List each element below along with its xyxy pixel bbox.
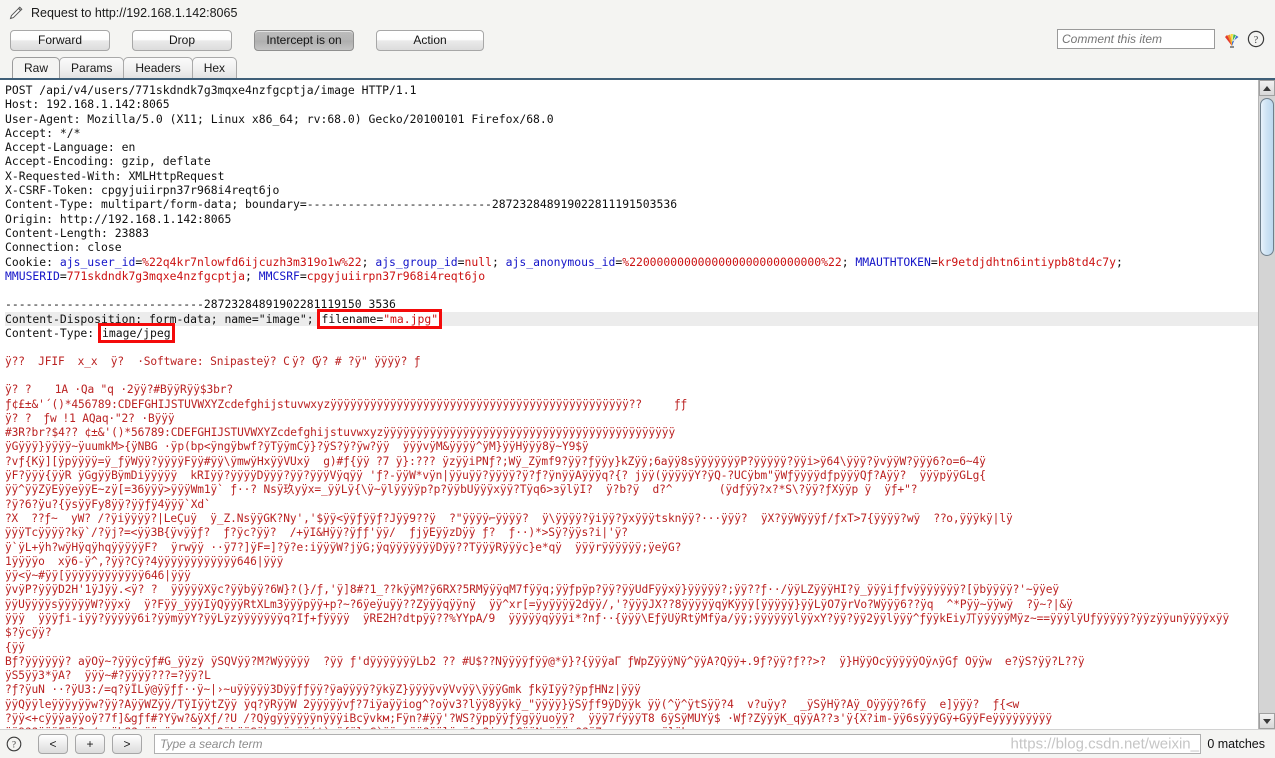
request-editor: POST /api/v4/users/771skdndk7g3mqxe4nzfg… bbox=[0, 78, 1275, 729]
binary-line: {ÿÿ bbox=[5, 641, 1258, 655]
multipart-boundary-line: -----------------------------28723284891… bbox=[5, 297, 1258, 311]
intercept-action-bar: Forward Drop Intercept is on Action ? bbox=[0, 26, 1275, 54]
header-cookie-line2: MMUSERID=771skdndk7g3mqxe4nzfgcptja; MMC… bbox=[5, 269, 1258, 283]
pencil-icon bbox=[8, 5, 24, 21]
window-title: Request to http://192.168.1.142:8065 bbox=[31, 6, 237, 20]
binary-line: ÿÿ<ÿ~#ÿÿ[ÿÿÿÿÿÿÿÿÿÿÿÿ646|ÿÿÿ bbox=[5, 569, 1258, 583]
match-count-label: 0 matches bbox=[1207, 737, 1275, 751]
blank-line bbox=[5, 283, 1258, 297]
binary-line: ƒ¢£±&'´()*456789:CDEFGHIJSTUVWXYZcdefghi… bbox=[5, 398, 1258, 412]
header-connection: Connection: close bbox=[5, 240, 1258, 254]
header-x-csrf-token: X-CSRF-Token: cpgyjuiirpn37r968i4reqt6jo bbox=[5, 183, 1258, 197]
highlighter-icon[interactable] bbox=[1221, 29, 1243, 49]
comment-input[interactable] bbox=[1057, 29, 1215, 49]
request-headers-text: POST /api/v4/users/771skdndk7g3mqxe4nzfg… bbox=[5, 83, 1258, 355]
search-prev-button[interactable]: < bbox=[38, 734, 68, 754]
binary-line:  bbox=[5, 369, 1258, 383]
header-user-agent: User-Agent: Mozilla/5.0 (X11; Linux x86_… bbox=[5, 112, 1258, 126]
search-add-button[interactable]: + bbox=[75, 734, 105, 754]
content-type-line: Content-Type: image/jpeg bbox=[5, 326, 1258, 340]
binary-line: ÿS5ÿÿ3*ÿA? ÿÿÿ~#?ÿÿÿÿ???=?ÿÿ?L bbox=[5, 669, 1258, 683]
content-disposition-line: Content-Disposition: form-data; name="im… bbox=[5, 312, 1258, 326]
filename-highlight-box: filename="ma.jpg" bbox=[320, 312, 439, 326]
header-accept: Accept: */* bbox=[5, 126, 1258, 140]
header-origin: Origin: http://192.168.1.142:8065 bbox=[5, 212, 1258, 226]
binary-line: ?ÿÿ<+cÿÿÿaÿÿoÿ?7f]&gƒf#?Yÿw?&ÿXƒ/?U … bbox=[5, 712, 1258, 726]
binary-line: ÿÿÿTcÿÿÿÿ?kÿ`/?ÿj?=<ÿÿ3B{ÿvÿÿƒ? ƒ?… bbox=[5, 526, 1258, 540]
binary-line: ÿ? ?  ƒw !1 AQ… bbox=[5, 412, 1258, 426]
search-bar: ? < + > Type a search term 0 matches htt… bbox=[0, 729, 1275, 758]
blank-line-2 bbox=[5, 340, 1258, 354]
binary-line: ÿvÿP?ÿÿÿD2H'1ÿJÿÿ.<ÿ? ? ÿÿÿÿÿXÿc?ÿÿbÿÿ… bbox=[5, 583, 1258, 597]
search-input[interactable]: Type a search term bbox=[154, 734, 1201, 754]
header-accept-language: Accept-Language: en bbox=[5, 140, 1258, 154]
binary-line: ÿF?ÿÿÿ{ÿÿR ÿGgÿÿBÿmDiÿÿÿÿÿ kRIÿÿ?ÿÿÿ… bbox=[5, 469, 1258, 483]
chevron-down-icon bbox=[1263, 719, 1271, 724]
svg-text:?: ? bbox=[12, 740, 16, 750]
binary-line: ÿÿ^ÿÿZÿEÿÿeÿÿE~zÿ[=36ÿÿÿ>ÿÿÿWm1ÿ` ƒ··… bbox=[5, 483, 1258, 497]
header-host: Host: 192.168.1.142:8065 bbox=[5, 97, 1258, 111]
scrollbar-thumb[interactable] bbox=[1260, 98, 1274, 256]
binary-line: ÿÿUÿÿÿÿsÿÿÿÿÿW?ÿÿxÿ ÿ?Fÿÿ_ÿÿÿIÿQÿÿÿR… bbox=[5, 598, 1258, 612]
header-x-requested-with: X-Requested-With: XMLHttpRequest bbox=[5, 169, 1258, 183]
binary-line: ?ƒ?ÿuN ··?ÿU3:/=q?ÿÏLÿ@ÿÿƒƒ··ÿ~|›~… bbox=[5, 683, 1258, 697]
window-titlebar: Request to http://192.168.1.142:8065 bbox=[0, 0, 1275, 26]
tab-hex[interactable]: Hex bbox=[192, 57, 237, 78]
header-content-length: Content-Length: 23883 bbox=[5, 226, 1258, 240]
header-content-type-multipart: Content-Type: multipart/form-data; bound… bbox=[5, 197, 1258, 211]
scroll-up-button[interactable] bbox=[1259, 80, 1275, 96]
editor-vertical-scrollbar[interactable] bbox=[1258, 80, 1275, 729]
request-raw-view[interactable]: POST /api/v4/users/771skdndk7g3mqxe4nzfg… bbox=[0, 80, 1258, 729]
binary-line: ÿ? ?    … bbox=[5, 383, 1258, 397]
binary-line: ?vƒ{Kÿ][ÿpÿÿÿÿ=ÿ_ƒÿWÿÿ?ÿÿÿÿFÿÿ#ÿÿ\ÿmwÿ… bbox=[5, 455, 1258, 469]
binary-line: $?ÿcÿÿ? bbox=[5, 626, 1258, 640]
search-next-button[interactable]: > bbox=[112, 734, 142, 754]
tab-raw[interactable]: Raw bbox=[12, 57, 60, 78]
chevron-up-icon bbox=[1263, 86, 1271, 91]
binary-line: ÿÿÿ ÿÿÿƒi-iÿÿ?ÿÿÿÿÿ6i?ÿÿmÿÿY?ÿÿLÿzÿÿÿ… bbox=[5, 612, 1258, 626]
header-accept-encoding: Accept-Encoding: gzip, deflate bbox=[5, 154, 1258, 168]
binary-line: 1ÿÿÿÿo xÿ6-ÿ^,?ÿÿ?Cÿ?4ÿÿÿÿÿÿÿÿÿÿÿÿ64… bbox=[5, 555, 1258, 569]
binary-line: Bƒ?ÿÿÿÿÿÿ? aÿOÿ~?ÿÿÿcÿƒ#G_ÿÿzÿ ÿSQVÿÿ?M?… bbox=[5, 655, 1258, 669]
binary-line: #3R?br?$4?? ¢±&'()*56789:CDEFGHIJSTUVWX… bbox=[5, 426, 1258, 440]
svg-text:?: ? bbox=[1254, 35, 1259, 46]
binary-line: ÿ?? JFIF  x_x ÿ? ·Software: Snipas… bbox=[5, 355, 1258, 369]
scroll-down-button[interactable] bbox=[1259, 713, 1275, 729]
tab-params[interactable]: Params bbox=[59, 57, 124, 78]
binary-line: ?X ??ƒ~ yW? /?ÿiÿÿÿÿ?|LeÇuÿ ÿ_Z.Nsÿ… bbox=[5, 512, 1258, 526]
help-icon[interactable]: ? bbox=[6, 736, 22, 752]
editor-tabstrip: Raw Params Headers Hex bbox=[0, 54, 1275, 78]
binary-line: ÿGÿÿÿ}ÿÿÿÿ~ÿuumkM>{ÿNBG ·ÿp(bp<ÿngÿbwf… bbox=[5, 440, 1258, 454]
forward-button[interactable]: Forward bbox=[10, 30, 110, 51]
intercept-toggle-button[interactable]: Intercept is on bbox=[254, 30, 354, 51]
action-button[interactable]: Action bbox=[376, 30, 484, 51]
binary-line: ÿÿQÿÿleÿÿÿyÿÿw?ÿÿ?AÿÿWZÿÿ/TÿIÿÿtZÿÿ ÿq… bbox=[5, 698, 1258, 712]
header-cookie-line1: Cookie: ajs_user_id=%22q4kr7nlowfd6ijcuz… bbox=[5, 255, 1258, 269]
comment-area: ? bbox=[1057, 29, 1265, 49]
help-icon[interactable]: ? bbox=[1247, 30, 1265, 48]
drop-button[interactable]: Drop bbox=[132, 30, 232, 51]
binary-line: ?ÿ?6?ÿu?{ÿsÿÿFy8ÿÿ?ÿÿƒÿ4ÿÿÿ`Xd` bbox=[5, 498, 1258, 512]
content-type-highlight-box: image/jpeg bbox=[101, 326, 172, 340]
tab-headers[interactable]: Headers bbox=[123, 57, 192, 78]
request-line: POST /api/v4/users/771skdndk7g3mqxe4nzfg… bbox=[5, 83, 1258, 97]
binary-jpeg-payload: ÿ?? JFIF  x_x ÿ? ·Software: Snipas… bbox=[5, 355, 1258, 729]
binary-line: ÿ`ÿL+ÿh?wÿHÿqÿhqÿÿÿÿÿF? ÿrwÿÿ ··ÿ7?]ÿ… bbox=[5, 541, 1258, 555]
burp-intercept-window: Request to http://192.168.1.142:8065 For… bbox=[0, 0, 1275, 758]
